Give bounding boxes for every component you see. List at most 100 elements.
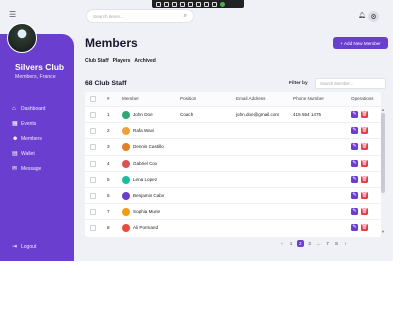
row-checkbox[interactable] xyxy=(90,160,96,167)
page-ellipsis: ... xyxy=(316,240,321,246)
member-avatar xyxy=(122,208,130,217)
delete-icon[interactable]: 🗑︎ xyxy=(361,208,368,216)
member-name: Lena Lopez xyxy=(133,176,158,182)
hamburger-icon[interactable]: ☰ xyxy=(9,11,16,19)
table-row[interactable]: 7 Sophia Murie ✎ 🗑︎ xyxy=(85,203,381,219)
users-icon: ☻ xyxy=(12,135,19,142)
tab-players[interactable]: Players xyxy=(113,58,131,64)
filter-placeholder: Search Member... xyxy=(320,81,354,86)
edit-icon[interactable]: ✎ xyxy=(351,224,358,232)
row-checkbox[interactable] xyxy=(90,128,96,135)
delete-icon[interactable]: 🗑︎ xyxy=(361,224,368,232)
table-scrollbar[interactable]: ▲ ▼ xyxy=(381,107,386,237)
filter-input[interactable]: Search Member... xyxy=(315,78,386,89)
sidebar-item-message[interactable]: ✉ Message xyxy=(12,161,45,176)
edit-icon[interactable]: ✎ xyxy=(351,143,358,151)
add-member-button[interactable]: + Add New Member xyxy=(333,37,388,49)
calendar-icon: ▦ xyxy=(12,121,18,127)
toolbar-icon[interactable] xyxy=(196,1,201,7)
delete-icon[interactable]: 🗑︎ xyxy=(361,143,368,151)
table-row[interactable]: 5 Lena Lopez ✎ 🗑︎ xyxy=(85,170,381,187)
sidebar-item-events[interactable]: ▦ Events xyxy=(12,116,45,131)
delete-icon[interactable]: 🗑︎ xyxy=(361,111,368,118)
toolbar-icon[interactable] xyxy=(204,1,209,7)
search-input[interactable]: Search items... ⌕ xyxy=(86,9,194,23)
member-name: Gabriel Cox xyxy=(133,160,158,166)
table-row[interactable]: 1 John Doe Coach john.doe@gmail.com 415 554 … xyxy=(85,106,381,122)
page-button[interactable]: 7 xyxy=(325,241,331,246)
edit-icon[interactable]: ✎ xyxy=(351,111,358,118)
sidebar-item-label: Events xyxy=(21,120,37,127)
row-number: 3 xyxy=(107,144,110,150)
table-row[interactable]: 3 Dennis Castillo ✎ 🗑︎ xyxy=(85,138,381,154)
bell-icon[interactable]: 🔔︎ xyxy=(358,12,366,19)
row-checkbox[interactable] xyxy=(90,193,96,199)
table-row[interactable]: 4 Gabriel Cox ✎ 🗑︎ xyxy=(85,154,381,171)
row-checkbox[interactable] xyxy=(90,112,96,118)
table-row[interactable]: 8 Ali Pormand ✎ 🗑︎ xyxy=(85,219,381,235)
member-avatar xyxy=(122,192,130,200)
edit-icon[interactable]: ✎ xyxy=(351,175,358,183)
delete-icon[interactable]: 🗑︎ xyxy=(361,159,368,167)
page-title: Members xyxy=(85,36,138,50)
table-row[interactable]: 2 Rafa Wavi ✎ 🗑︎ xyxy=(85,122,381,138)
app-window: ☰ Silvers Club Members, France ⌂ Dashboar… xyxy=(0,0,393,261)
sidebar-item-members[interactable]: ☻ Members xyxy=(12,131,45,146)
pagination: ‹ 1 2 3... 7 8 › xyxy=(279,238,349,248)
prev-page-icon[interactable]: ‹ xyxy=(279,241,285,246)
row-checkbox[interactable] xyxy=(90,225,96,232)
toolbar-icon[interactable] xyxy=(188,1,193,7)
sidebar-item-wallet[interactable]: ▤ Wallet xyxy=(12,146,45,161)
search-icon[interactable]: ⌕ xyxy=(184,13,187,20)
page-button[interactable]: 8 xyxy=(334,241,340,246)
home-icon: ⌂ xyxy=(12,105,16,112)
toolbar-icon[interactable] xyxy=(212,1,217,7)
member-avatar xyxy=(122,159,130,168)
scroll-down-icon[interactable]: ▼ xyxy=(381,229,385,234)
delete-icon[interactable]: 🗑︎ xyxy=(361,127,368,135)
select-all-checkbox[interactable] xyxy=(90,96,96,102)
status-dot-icon xyxy=(220,1,225,7)
club-name: Silvers Club xyxy=(15,62,65,72)
scroll-thumb[interactable] xyxy=(381,113,385,193)
member-email: john.doe@gmail.com xyxy=(236,112,280,117)
table-row[interactable]: 6 Benjamin Cabv ✎ 🗑︎ xyxy=(85,187,381,203)
sidebar-item-label: Wallet xyxy=(21,150,35,157)
page-button[interactable]: 3 xyxy=(307,241,313,246)
row-checkbox[interactable] xyxy=(90,209,96,216)
col-operations: Operations xyxy=(351,96,374,101)
sidebar-item-label: Message xyxy=(21,165,42,172)
toolbar-icon[interactable] xyxy=(156,1,161,7)
toolbar-icon[interactable] xyxy=(180,1,185,7)
tab-club-staff[interactable]: Club Staff xyxy=(85,58,109,64)
members-table: # Member Position Email Address Phone Nu… xyxy=(85,92,381,237)
scroll-up-icon[interactable]: ▲ xyxy=(381,107,385,112)
row-number: 6 xyxy=(107,193,110,198)
sidebar-item-dashboard[interactable]: ⌂ Dashboard xyxy=(12,101,45,116)
col-phone: Phone Number xyxy=(293,96,324,101)
toolbar-icon[interactable] xyxy=(172,1,177,7)
member-name: Dennis Castillo xyxy=(133,144,164,150)
row-checkbox[interactable] xyxy=(90,144,96,151)
delete-icon[interactable]: 🗑︎ xyxy=(361,192,368,199)
delete-icon[interactable]: 🗑︎ xyxy=(361,175,368,183)
row-checkbox[interactable] xyxy=(90,176,96,183)
edit-icon[interactable]: ✎ xyxy=(351,208,358,216)
row-number: 1 xyxy=(107,112,110,117)
logout-button[interactable]: ⇥ Logout xyxy=(12,243,36,251)
row-number: 7 xyxy=(107,209,110,215)
edit-icon[interactable]: ✎ xyxy=(351,192,358,199)
member-avatar xyxy=(122,175,130,184)
next-page-icon[interactable]: › xyxy=(343,241,349,246)
member-name: Benjamin Cabv xyxy=(133,193,165,198)
message-icon: ✉ xyxy=(12,166,18,172)
gear-icon[interactable]: ⚙ xyxy=(368,11,379,22)
toolbar-icon[interactable] xyxy=(164,1,169,7)
page-button[interactable]: 2 xyxy=(297,239,304,247)
page-button[interactable]: 1 xyxy=(288,241,294,246)
member-name: Sophia Murie xyxy=(133,209,161,215)
member-name: Ali Pormand xyxy=(133,225,159,231)
edit-icon[interactable]: ✎ xyxy=(351,127,358,135)
tab-archived[interactable]: Archived xyxy=(134,58,155,64)
edit-icon[interactable]: ✎ xyxy=(351,159,358,167)
